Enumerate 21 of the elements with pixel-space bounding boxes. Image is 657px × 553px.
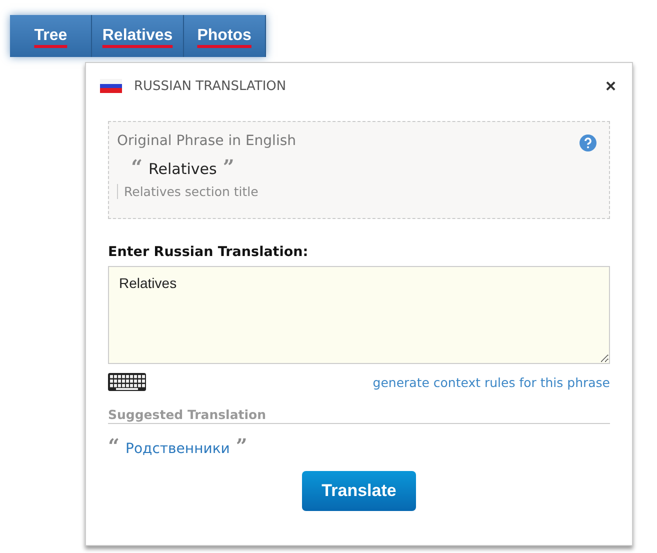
translation-input[interactable]: Relatives [108,266,610,364]
quote-mark: “ [108,436,120,456]
close-button[interactable]: × [605,76,616,96]
section-heading: Original Phrase in English [117,133,296,149]
quote-mark: “ [131,157,143,177]
help-icon[interactable] [579,134,597,152]
nav-tab[interactable]: Relatives [92,15,184,57]
nav-tab[interactable]: Tree [10,15,92,57]
context-rules-link[interactable]: generate context rules for this phrase [372,374,610,390]
section-heading: Suggested Translation [108,407,610,424]
flag-icon [100,79,122,93]
original-phrase: Relatives [148,160,217,178]
dialog-title: RUSSIAN TRANSLATION [134,78,288,94]
nav-tab[interactable]: Photos [184,15,266,57]
phrase-note: Relatives section title [117,184,601,199]
quote-mark: ” [236,436,248,456]
translate-button[interactable]: Translate [302,471,416,511]
suggested-translation-link[interactable]: Родственники [126,441,230,457]
field-label: Enter Russian Translation: [108,244,310,260]
keyboard-icon[interactable] [108,373,146,391]
quote-mark: ” [222,157,234,177]
